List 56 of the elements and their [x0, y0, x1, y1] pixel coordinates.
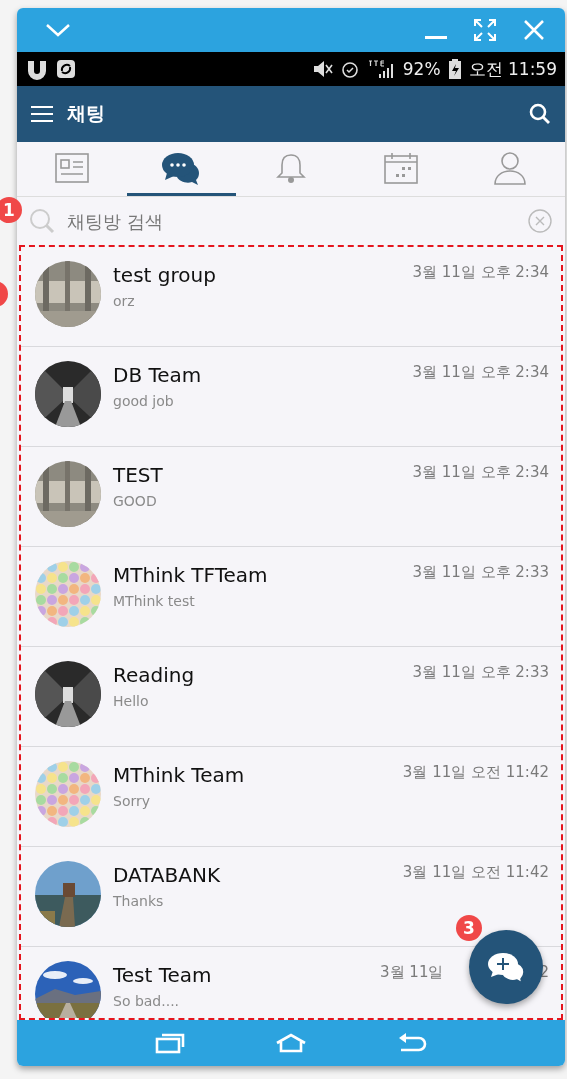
chat-name: DATABANK: [113, 863, 221, 887]
timestamp: 3월 11일 오후 2:33: [412, 662, 549, 682]
chat-row[interactable]: MThink TFTeam MThink test 3월 11일 오후 2:33: [21, 547, 561, 647]
app-logo-icon: [25, 58, 49, 80]
search-icon: [29, 208, 55, 234]
message-preview: Sorry: [113, 793, 151, 809]
sync-icon: [57, 60, 75, 78]
chat-row[interactable]: TEST GOOD 3월 11일 오후 2:34: [21, 447, 561, 547]
chat-plus-icon: [486, 950, 526, 984]
timestamp: 3월 11일 오후 2:34: [412, 462, 549, 482]
message-preview: GOOD: [113, 493, 158, 509]
timestamp: 3월 11일: [380, 962, 444, 982]
battery-charging-icon: [448, 59, 461, 79]
chat-row[interactable]: test group orz 3월 11일 오후 2:34: [21, 247, 561, 347]
message-preview: good job: [113, 393, 175, 409]
chat-icon: [161, 150, 202, 185]
battery-percent: 92%: [402, 59, 441, 79]
chat-row[interactable]: Reading Hello 3월 11일 오후 2:33: [21, 647, 561, 747]
chat-row[interactable]: DB Team good job 3월 11일 오후 2:34: [21, 347, 561, 447]
message-preview: orz: [113, 293, 136, 309]
message-preview: Hello: [113, 693, 150, 709]
timestamp: 3월 11일 오전 11:42: [402, 762, 549, 782]
timestamp: 3월 11일 오후 2:34: [412, 362, 549, 382]
chat-name: DB Team: [113, 363, 203, 387]
screen-title: 채팅: [67, 101, 106, 126]
close-icon[interactable]: [523, 19, 545, 41]
timestamp: 3월 11일 오후 2:34: [412, 262, 549, 282]
alarm-icon: [340, 60, 359, 78]
message-preview: Thanks: [113, 893, 165, 909]
clock: 오전 11:59: [468, 57, 557, 81]
chevron-down-icon[interactable]: [45, 23, 71, 37]
person-icon: [493, 150, 528, 185]
message-preview: So bad....: [113, 993, 181, 1009]
recent-apps-icon[interactable]: [155, 1032, 185, 1054]
home-icon[interactable]: [275, 1033, 307, 1053]
chat-row[interactable]: MThink Team Sorry 3월 11일 오전 11:42: [21, 747, 561, 847]
id-card-icon: [54, 152, 89, 183]
chat-name: Test Team: [113, 963, 213, 987]
menu-icon[interactable]: [31, 105, 53, 123]
clear-icon[interactable]: [527, 208, 553, 234]
signal-icon: [366, 60, 395, 78]
calendar-icon: [383, 151, 418, 184]
bell-icon: [276, 151, 306, 184]
chat-name: test group: [113, 263, 217, 287]
chat-name: MThink TFTeam: [113, 563, 269, 587]
chat-name: TEST: [113, 463, 164, 487]
fullscreen-icon[interactable]: [473, 18, 497, 42]
chat-name: MThink Team: [113, 763, 246, 787]
annotation-badge: 1: [0, 197, 22, 223]
search-field[interactable]: 채팅방 검색: [65, 209, 517, 233]
timestamp: 3월 11일 오후 2:33: [412, 562, 549, 582]
message-preview: MThink test: [113, 593, 196, 609]
back-icon[interactable]: [397, 1032, 427, 1054]
timestamp: 3월 11일 오전 11:42: [402, 862, 549, 882]
chat-name: Reading: [113, 663, 196, 687]
search-icon[interactable]: [529, 103, 551, 125]
